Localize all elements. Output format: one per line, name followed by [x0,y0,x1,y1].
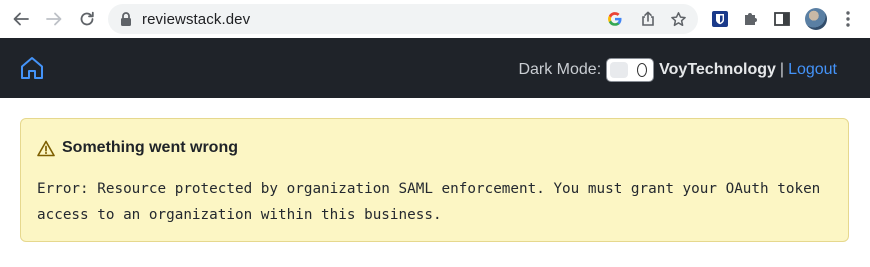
home-link[interactable] [19,55,45,86]
sidebar-icon[interactable] [771,8,793,30]
puzzle-icon[interactable] [740,8,762,30]
kebab-menu-icon[interactable] [837,8,859,30]
logout-link[interactable]: Logout [788,61,837,79]
share-icon[interactable] [638,9,658,29]
url-text[interactable]: reviewstack.dev [142,11,250,28]
lock-icon[interactable] [120,11,132,27]
star-icon[interactable] [668,9,688,29]
bitwarden-icon[interactable] [709,8,731,30]
error-flash: Something went wrong Error: Resource pro… [20,118,849,242]
dark-mode-label: Dark Mode: [518,61,602,78]
flash-header: Something went wrong [37,139,238,157]
reload-button[interactable] [75,7,99,31]
address-bar[interactable]: reviewstack.dev [108,4,698,34]
toggle-knob [610,62,629,78]
error-message: Error: Resource protected by organizatio… [37,181,821,223]
reload-icon [80,11,94,26]
organization-name: VoyTechnology [659,61,776,78]
home-icon [21,57,43,79]
back-button[interactable] [9,7,33,31]
alert-icon [37,140,55,156]
flash-title: Something went wrong [62,139,238,156]
forward-button[interactable] [42,7,66,31]
toggle-off-indicator [637,63,648,77]
avatar[interactable] [805,8,827,30]
dark-mode-toggle[interactable] [606,58,655,82]
app-navbar: Dark Mode: VoyTechnology | Logout [0,38,870,98]
browser-toolbar: reviewstack.dev [0,0,870,38]
separator: | [779,61,785,78]
arrow-left-icon [13,12,29,26]
google-icon[interactable] [605,9,625,29]
arrow-right-icon [46,12,62,26]
